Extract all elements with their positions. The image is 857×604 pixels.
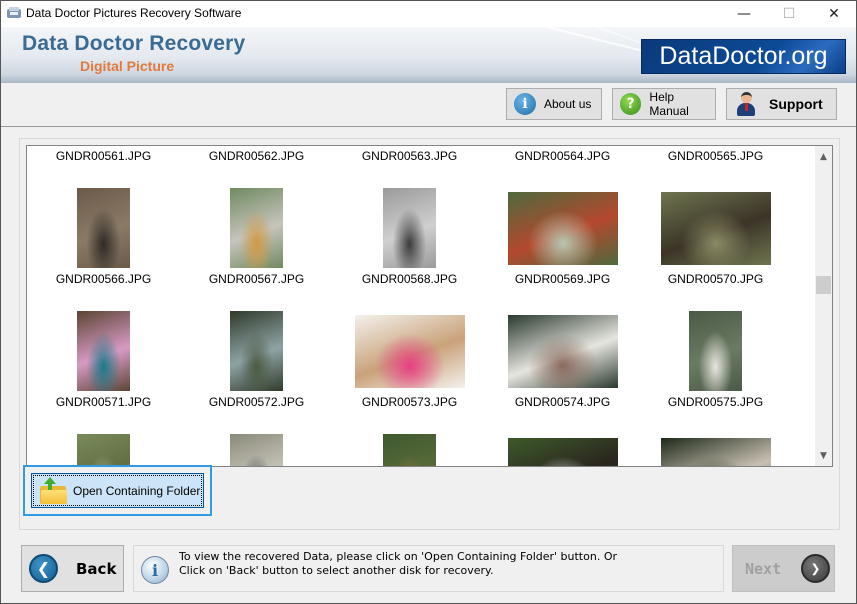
- image-thumbnail[interactable]: [230, 311, 283, 391]
- info-icon: i: [141, 556, 169, 584]
- recovered-images-list[interactable]: GNDR00561.JPG GNDR00562.JPG GNDR00563.JPG G…: [26, 145, 833, 467]
- about-us-button[interactable]: i About us: [506, 88, 602, 120]
- open-folder-label: Open Containing Folder: [73, 483, 201, 498]
- window-title: Data Doctor Pictures Recovery Software: [26, 6, 242, 20]
- maximize-button[interactable]: ☐: [766, 1, 812, 27]
- app-window: Data Doctor Pictures Recovery Software —…: [0, 0, 857, 604]
- image-filename: GNDR00566.JPG: [55, 272, 152, 286]
- info-message-panel: i To view the recovered Data, please cli…: [133, 545, 724, 592]
- image-thumbnail[interactable]: [77, 188, 130, 268]
- image-thumbnail[interactable]: [507, 192, 618, 265]
- image-filename: GNDR00567.JPG: [208, 272, 305, 286]
- image-filename: GNDR00575.JPG: [667, 395, 764, 409]
- support-person-icon: [737, 92, 755, 116]
- image-filename: GNDR00562.JPG: [208, 149, 305, 163]
- image-thumbnail[interactable]: [230, 434, 283, 466]
- brand-title: Data Doctor Recovery: [22, 32, 246, 55]
- image-filename: GNDR00571.JPG: [55, 395, 152, 409]
- scroll-up-icon[interactable]: ▲: [815, 148, 832, 165]
- image-thumbnail[interactable]: [77, 311, 130, 391]
- image-filename: GNDR00563.JPG: [361, 149, 458, 163]
- header-banner: Data Doctor Recovery Digital Picture Dat…: [1, 27, 856, 83]
- app-icon: [7, 7, 21, 18]
- next-button[interactable]: Next ❯: [732, 545, 835, 592]
- image-thumbnail[interactable]: [77, 434, 130, 466]
- open-containing-folder-button[interactable]: Open Containing Folder: [31, 473, 204, 508]
- chevron-left-icon: ❮: [29, 554, 58, 583]
- info-icon: i: [514, 93, 536, 115]
- info-message-line-2: Click on 'Back' button to select another…: [179, 564, 494, 577]
- question-icon: ?: [620, 93, 642, 115]
- image-thumbnail[interactable]: [689, 311, 742, 391]
- image-filename: GNDR00561.JPG: [55, 149, 152, 163]
- close-button[interactable]: ✕: [811, 1, 857, 27]
- help-manual-label: Help Manual: [649, 90, 689, 118]
- image-thumbnail[interactable]: [660, 192, 771, 265]
- support-label: Support: [769, 96, 823, 112]
- scroll-down-icon[interactable]: ▼: [815, 447, 832, 464]
- scrollbar-thumb[interactable]: [816, 275, 831, 294]
- image-filename: GNDR00565.JPG: [667, 149, 764, 163]
- header-divider: [1, 126, 856, 127]
- open-folder-focus-ring: Open Containing Folder: [23, 465, 212, 516]
- image-filename: GNDR00564.JPG: [514, 149, 611, 163]
- help-manual-button[interactable]: ? Help Manual: [612, 88, 716, 120]
- datadoctor-logo: DataDoctor.org: [641, 39, 846, 74]
- title-bar: Data Doctor Pictures Recovery Software —…: [1, 1, 856, 27]
- image-thumbnail[interactable]: [383, 434, 436, 466]
- info-message-line-1: To view the recovered Data, please click…: [179, 550, 617, 563]
- vertical-scrollbar[interactable]: ▲ ▼: [815, 146, 832, 466]
- image-filename: GNDR00569.JPG: [514, 272, 611, 286]
- next-label: Next: [745, 559, 782, 578]
- back-button[interactable]: ❮ Back: [21, 545, 124, 592]
- back-label: Back: [76, 559, 117, 578]
- image-thumbnail[interactable]: [383, 188, 436, 268]
- image-filename: GNDR00572.JPG: [208, 395, 305, 409]
- chevron-right-icon: ❯: [801, 554, 831, 583]
- about-us-label: About us: [544, 97, 592, 111]
- image-thumbnail[interactable]: [230, 188, 283, 268]
- image-thumbnail[interactable]: [660, 438, 771, 466]
- image-filename: GNDR00568.JPG: [361, 272, 458, 286]
- folder-open-icon: [40, 476, 68, 505]
- image-filename: GNDR00574.JPG: [514, 395, 611, 409]
- brand-subtitle: Digital Picture: [80, 58, 175, 74]
- image-thumbnail[interactable]: [507, 315, 618, 388]
- support-button[interactable]: Support: [726, 88, 837, 120]
- image-thumbnail[interactable]: [507, 438, 618, 466]
- image-filename: GNDR00573.JPG: [361, 395, 458, 409]
- info-message: To view the recovered Data, please click…: [179, 550, 617, 578]
- image-filename: GNDR00570.JPG: [667, 272, 764, 286]
- minimize-button[interactable]: —: [721, 1, 767, 27]
- image-thumbnail[interactable]: [354, 315, 465, 388]
